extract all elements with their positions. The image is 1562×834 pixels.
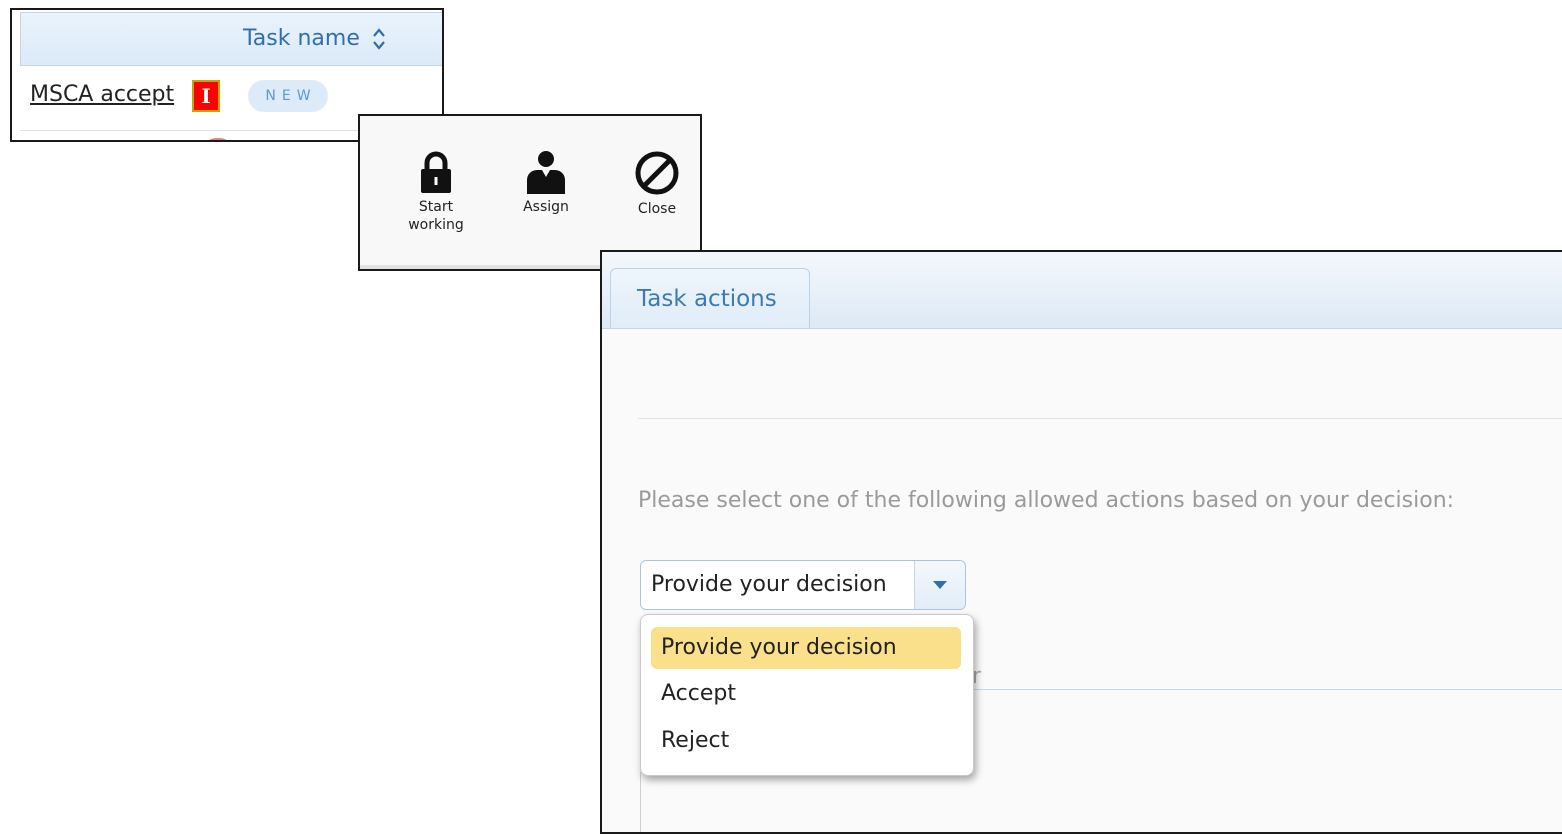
start-working-label: Start working — [408, 199, 464, 233]
decision-select[interactable]: Provide your decision — [640, 560, 966, 610]
column-header-label: Task name — [243, 26, 360, 51]
task-actions-panel: Task actions Please select one of the fo… — [600, 250, 1562, 834]
prohibited-icon — [609, 150, 700, 196]
assign-label: Assign — [523, 199, 569, 215]
task-list-header: Task name — [20, 12, 442, 66]
dropdown-toggle[interactable] — [914, 561, 965, 609]
option-provide-your-decision[interactable]: Provide your decision — [651, 627, 961, 669]
user-icon — [498, 150, 594, 194]
next-row-icon-fragment — [204, 138, 232, 140]
close-button[interactable]: Close — [609, 150, 700, 218]
tab-task-actions[interactable]: Task actions — [610, 268, 810, 328]
task-name-link[interactable]: MSCA accept — [30, 82, 174, 107]
sort-icon[interactable] — [372, 27, 386, 51]
comment-field-border — [974, 689, 1562, 690]
option-accept[interactable]: Accept — [651, 673, 961, 715]
tab-task-actions-label: Task actions — [637, 286, 777, 312]
decision-dropdown-list: Provide your decision Accept Reject — [640, 614, 974, 776]
option-reject[interactable]: Reject — [651, 720, 961, 762]
instruction-text: Please select one of the following allow… — [638, 488, 1455, 513]
assign-button[interactable]: Assign — [498, 150, 594, 216]
close-label: Close — [637, 201, 677, 217]
comment-textarea-edge — [640, 772, 641, 832]
start-working-button[interactable]: Start working — [388, 150, 484, 234]
status-badge: NEW — [248, 80, 328, 112]
priority-badge: I — [192, 80, 220, 112]
column-header-task-name[interactable]: Task name — [243, 26, 386, 51]
decision-select-value: Provide your decision — [651, 572, 887, 597]
tab-bar: Task actions — [602, 252, 1562, 329]
divider — [638, 418, 1562, 419]
lock-icon — [388, 150, 484, 194]
task-actions-toolbar: Start working Assign Close — [358, 114, 702, 271]
